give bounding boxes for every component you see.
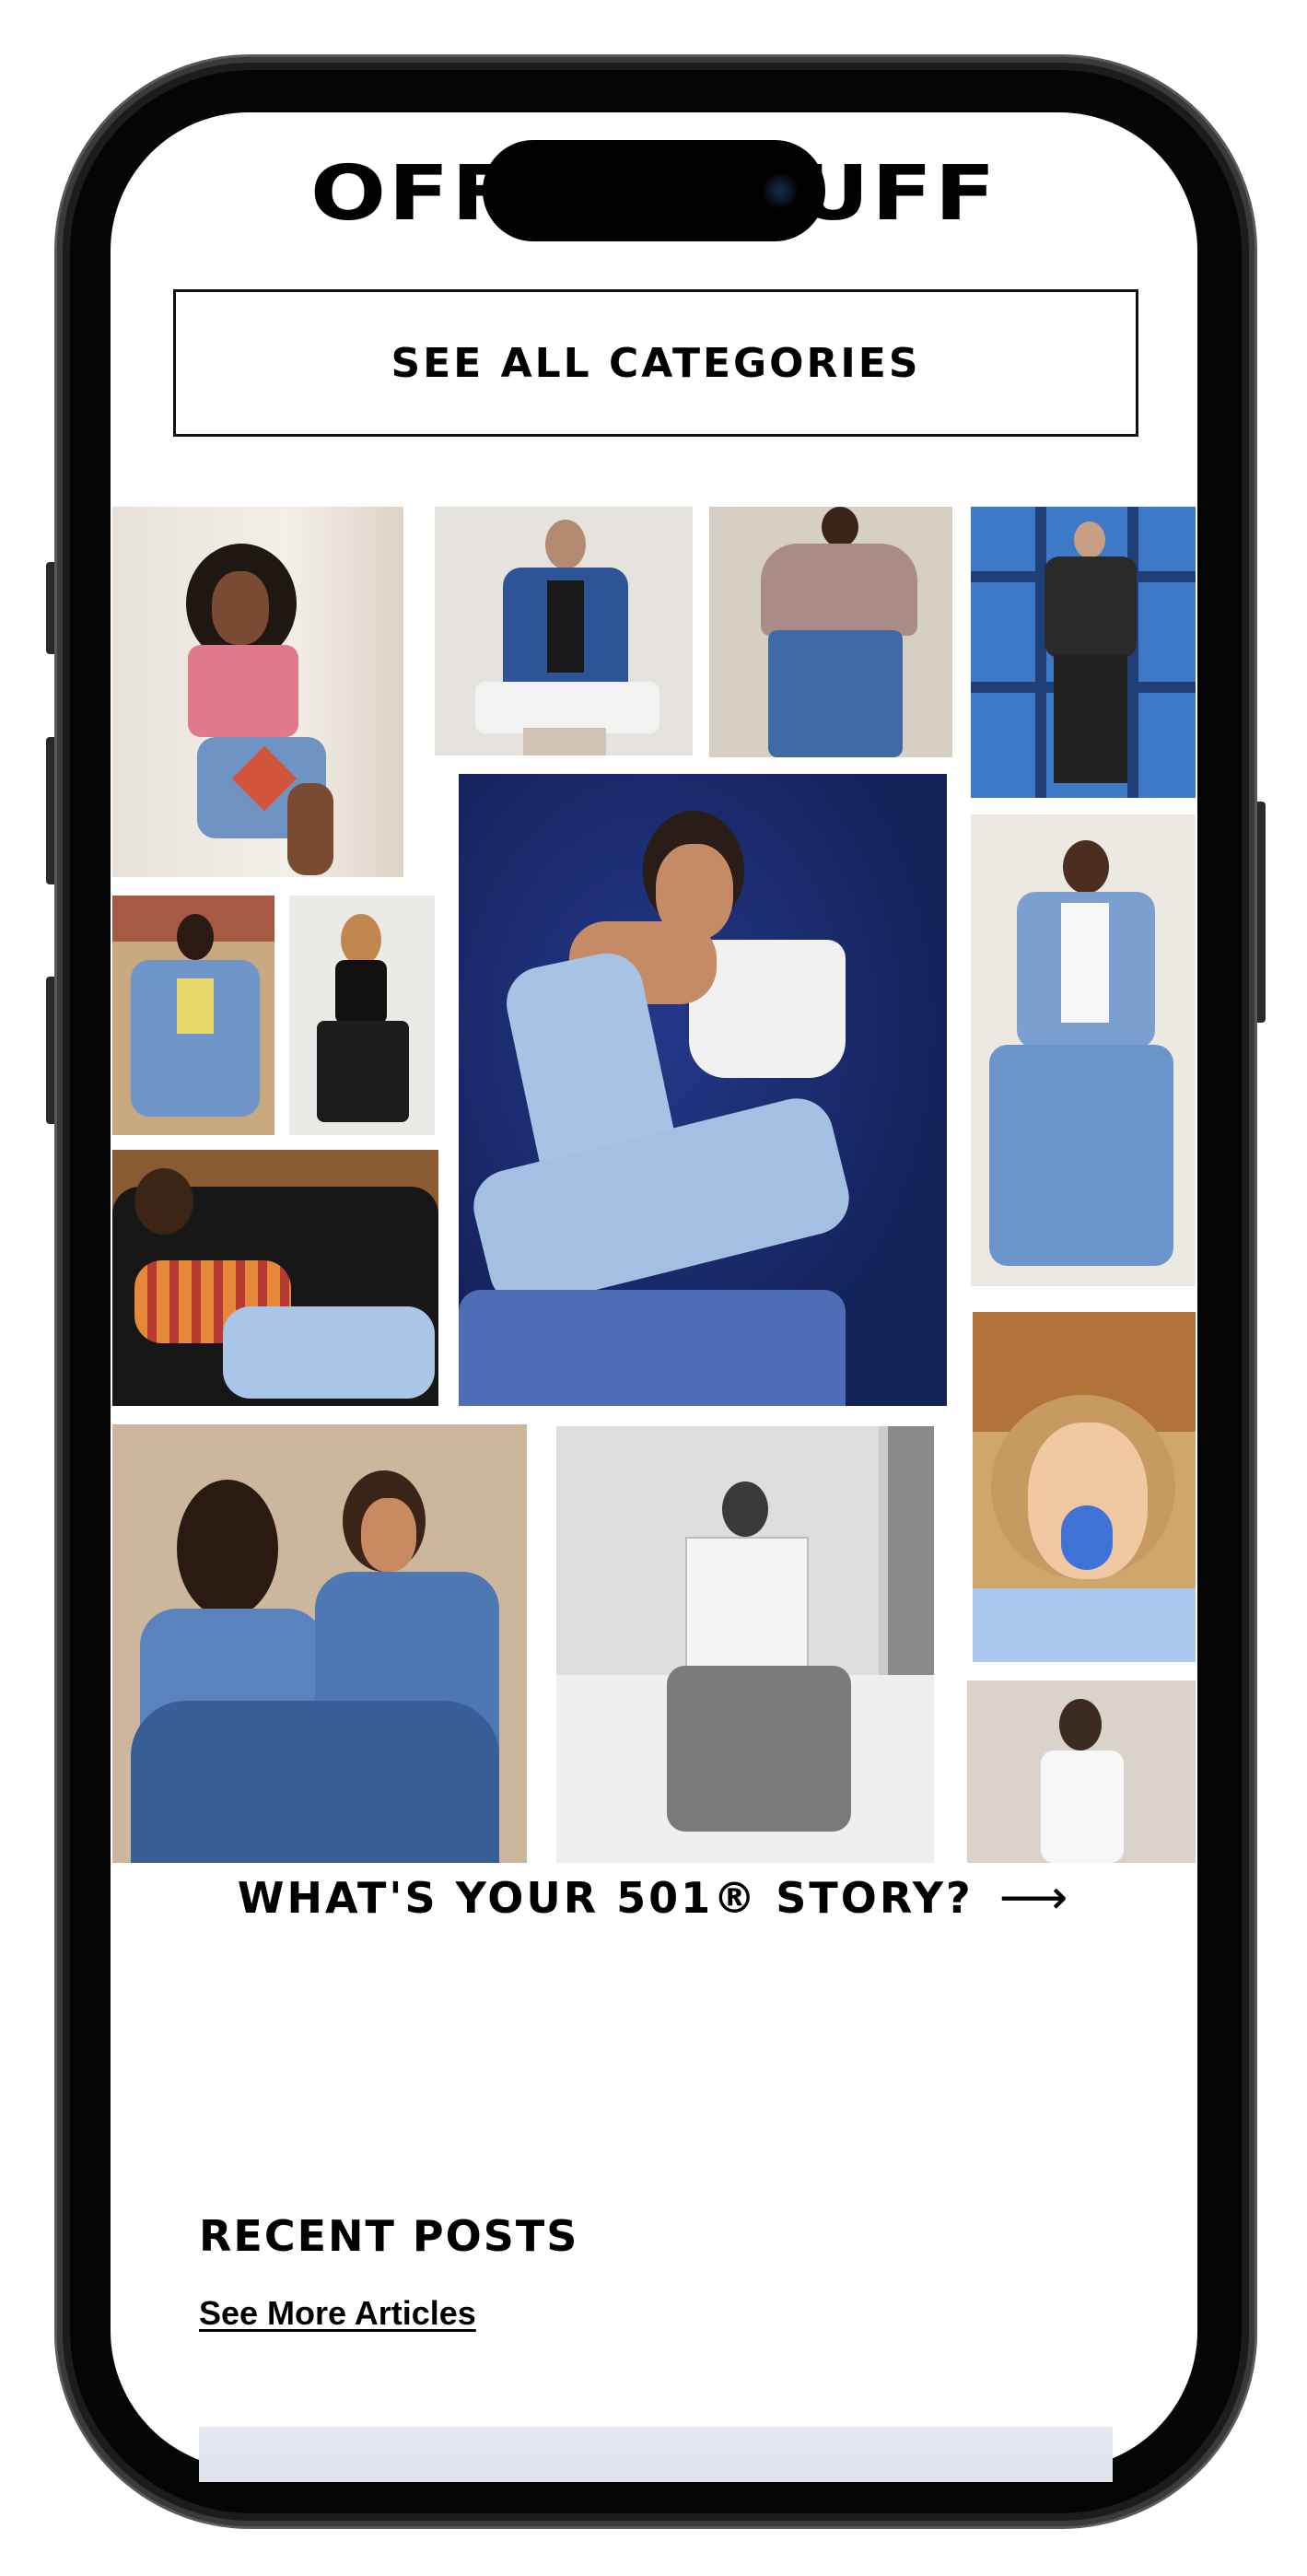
photo-man-denim-jacket[interactable] [435,507,693,755]
photo-braids-pink-top[interactable] [112,507,403,877]
whats-your-501-story-link[interactable]: WHAT'S YOUR 501® STORY? ⟶ [111,1870,1197,1926]
see-more-articles-link[interactable]: See More Articles [199,2294,476,2333]
photo-man-white-tee[interactable] [967,1680,1196,1863]
photo-woman-black-outfit[interactable] [289,896,435,1135]
dynamic-island [483,140,825,241]
power-button [1254,802,1266,1023]
volume-down-button [46,977,57,1124]
photo-back-mauve-sweater[interactable] [709,507,952,757]
photo-feature-woman-white-top[interactable] [459,774,947,1406]
story-label: WHAT'S YOUR 501® STORY? [237,1873,974,1923]
action-button [46,562,57,654]
see-all-categories-button[interactable]: SEE ALL CATEGORIES [173,289,1138,437]
photo-man-window-shadows[interactable] [971,507,1196,798]
photo-woman-couch-striped[interactable] [112,1150,438,1406]
recent-posts-heading: RECENT POSTS [199,2211,579,2261]
arrow-right-icon: ⟶ [998,1870,1071,1926]
post-card[interactable] [199,2427,1113,2482]
volume-up-button [46,737,57,884]
photo-woman-blue-tongue[interactable] [973,1312,1196,1662]
logo-right-text: UFF [797,150,998,238]
photo-couple-denim-pile[interactable] [112,1424,527,1863]
photo-woman-denim-floral[interactable] [112,896,274,1135]
camera-icon [763,173,798,208]
photo-man-black-white[interactable] [556,1426,934,1863]
photo-man-light-denim[interactable] [971,814,1196,1286]
